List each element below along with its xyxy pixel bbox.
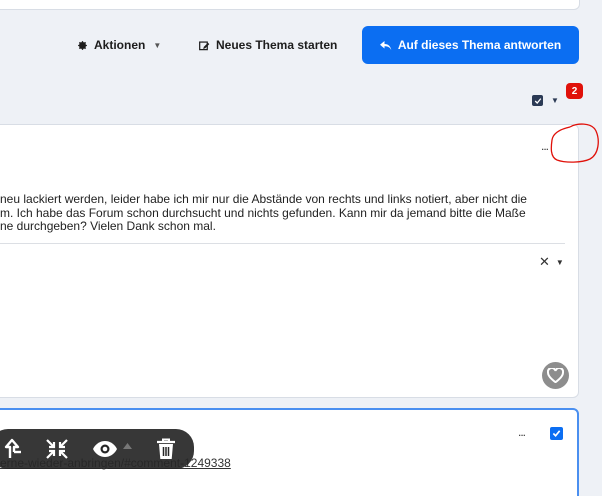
- post-body: neu lackiert werden, leider habe ich mir…: [0, 193, 560, 234]
- new-topic-label: Neues Thema starten: [216, 38, 338, 52]
- chevron-up-icon[interactable]: [123, 443, 132, 449]
- previous-card: [0, 0, 580, 10]
- collapse-icon[interactable]: [45, 438, 69, 460]
- comment-menu-button[interactable]: ...: [518, 425, 526, 439]
- post-text-line: m. Ich habe das Forum schon durchsucht u…: [0, 206, 526, 220]
- post-text-line: neu lackiert werden, leider habe ich mir…: [0, 193, 527, 206]
- chevron-down-icon: ▼: [551, 96, 559, 105]
- chevron-down-icon: ▼: [153, 40, 162, 50]
- post-close-control[interactable]: ✕ ▼: [539, 254, 564, 270]
- red-circle-annotation: [550, 123, 599, 163]
- new-topic-button[interactable]: Neues Thema starten: [199, 26, 337, 64]
- trash-icon[interactable]: [156, 438, 176, 460]
- chevron-down-icon: ▼: [555, 257, 564, 267]
- checkbox-icon: [532, 95, 543, 106]
- reply-icon: [379, 40, 392, 50]
- select-all-control[interactable]: ▼: [532, 95, 559, 106]
- divider: [0, 243, 565, 244]
- move-icon[interactable]: [2, 438, 24, 460]
- reply-button[interactable]: Auf dieses Thema antworten: [362, 26, 579, 64]
- eye-icon[interactable]: [92, 438, 118, 460]
- comment-select-checkbox[interactable]: [550, 427, 563, 440]
- edit-icon: [199, 40, 210, 50]
- post-text-line: ne durchgeben? Vielen Dank schon mal.: [0, 220, 216, 233]
- floating-action-toolbar: [0, 429, 194, 469]
- close-icon: ✕: [539, 254, 550, 269]
- gear-icon: [78, 40, 87, 50]
- actions-label: Aktionen: [94, 38, 146, 52]
- heart-icon: [547, 368, 564, 383]
- notification-badge: 2: [566, 83, 583, 99]
- actions-button[interactable]: Aktionen ▼: [77, 26, 161, 64]
- reply-label: Auf dieses Thema antworten: [397, 38, 562, 52]
- like-button[interactable]: [542, 362, 569, 389]
- post-card: [0, 124, 579, 398]
- thread-toolbar: Aktionen ▼ Neues Thema starten Auf diese…: [0, 26, 602, 64]
